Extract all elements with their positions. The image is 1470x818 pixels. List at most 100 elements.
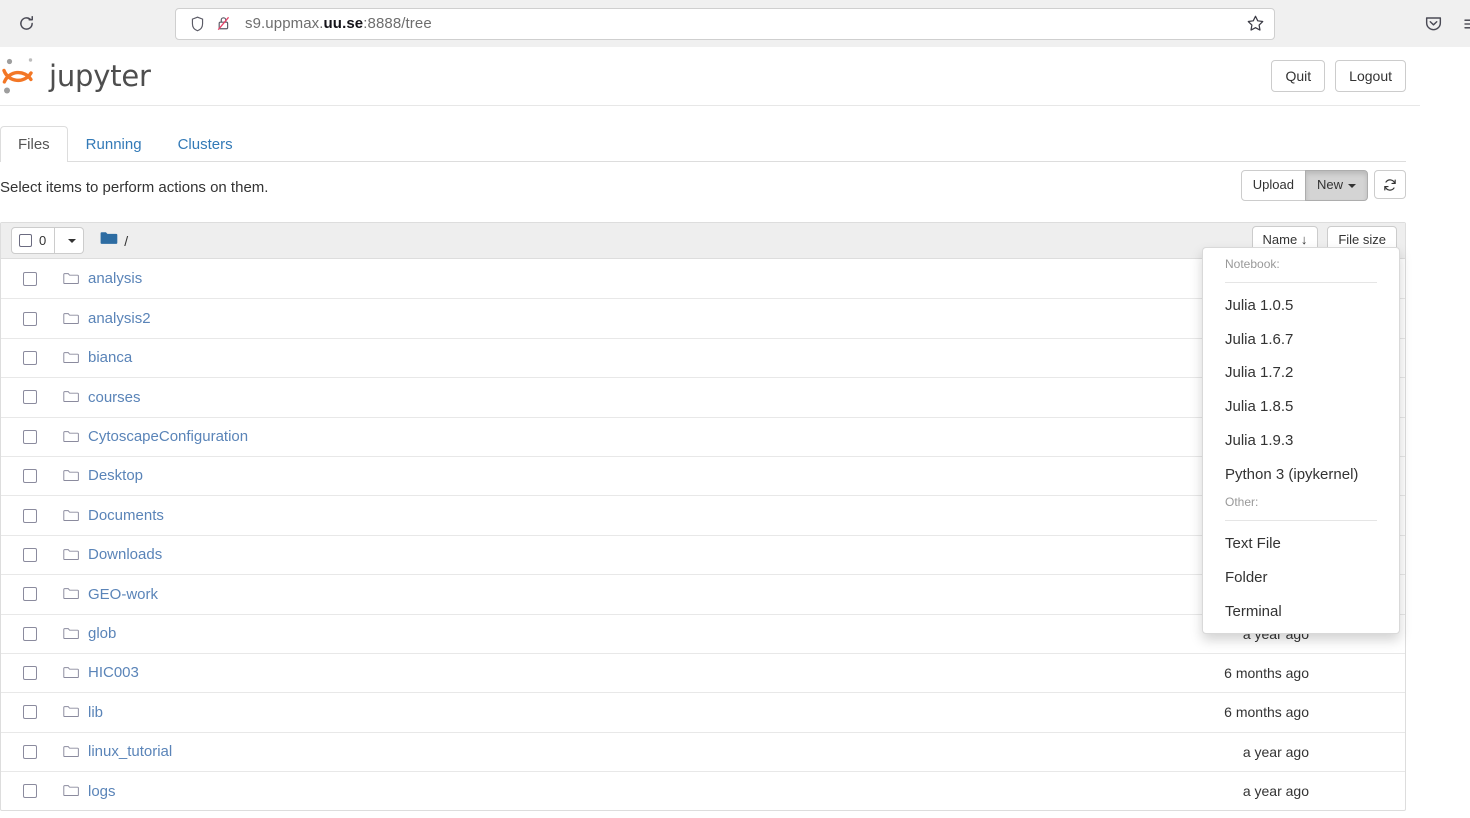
toolbar-hint: Select items to perform actions on them. (0, 179, 269, 196)
refresh-button[interactable] (1374, 170, 1406, 199)
row-checkbox[interactable] (23, 508, 37, 523)
shield-icon (190, 16, 205, 32)
file-link[interactable]: analysis (88, 269, 142, 289)
select-all-checkbox[interactable]: 0 (11, 227, 56, 254)
new-notebook-kernel-item[interactable]: Python 3 (ipykernel) (1203, 458, 1399, 492)
row-checkbox[interactable] (23, 469, 37, 484)
table-row: globa year ago (1, 613, 1405, 653)
quit-button[interactable]: Quit (1271, 59, 1326, 93)
tab-clusters[interactable]: Clusters (160, 126, 251, 162)
file-link[interactable]: analysis2 (88, 309, 151, 329)
row-checkbox[interactable] (23, 666, 37, 681)
file-link[interactable]: CytoscapeConfiguration (88, 427, 248, 447)
table-row: courses (1, 377, 1405, 416)
folder-icon (63, 430, 79, 444)
row-checkbox[interactable] (23, 271, 37, 286)
upload-button[interactable]: Upload (1240, 170, 1306, 201)
jupyter-wordmark: jupyter (49, 59, 151, 93)
jupyter-header: jupyter Quit Logout (0, 47, 1420, 106)
table-row: GEO-worka year ago (1, 574, 1405, 613)
breadcrumb[interactable]: / (100, 231, 128, 251)
select-all-group: 0 (11, 227, 85, 254)
notebook-section-label: Notebook: (1225, 257, 1280, 271)
table-row: lib 6 months ago (1, 692, 1405, 731)
row-checkbox[interactable] (23, 350, 37, 365)
menu-divider (1225, 281, 1377, 283)
row-checkbox[interactable] (23, 390, 37, 405)
table-row: Desktop (1, 455, 1405, 495)
tab-running[interactable]: Running (68, 126, 160, 162)
file-link[interactable]: lib (88, 703, 103, 723)
file-toolbar: Select items to perform actions on them.… (0, 162, 1420, 210)
file-modified-date: a year ago (1242, 743, 1309, 760)
pocket-icon[interactable] (1418, 9, 1448, 39)
file-list: 0 / Name ↓ File size analysis analysis2 bi… (0, 222, 1406, 812)
folder-icon (63, 390, 79, 404)
row-checkbox[interactable] (23, 626, 37, 641)
logout-button[interactable]: Logout (1335, 59, 1406, 93)
new-dropdown-menu: Notebook: Julia 1.0.5 Julia 1.6.7 Julia 1.… (1202, 247, 1400, 635)
new-notebook-kernel-item[interactable]: Julia 1.8.5 (1203, 390, 1399, 424)
row-checkbox[interactable] (23, 429, 37, 444)
file-link[interactable]: courses (88, 388, 141, 408)
new-other-item[interactable]: Folder (1203, 561, 1399, 595)
checkbox-icon (19, 234, 32, 247)
file-modified-date: a year ago (1242, 783, 1309, 800)
file-link[interactable]: Documents (88, 506, 164, 526)
table-row: HIC003 6 months ago (1, 652, 1405, 692)
table-row: linux_tutorial a year ago (1, 731, 1405, 771)
folder-icon (63, 351, 79, 365)
file-modified-date: 6 months ago (1224, 665, 1309, 682)
jupyter-logo-icon (0, 55, 42, 97)
row-checkbox[interactable] (23, 705, 37, 720)
file-modified-date: 6 months ago (1224, 704, 1309, 721)
table-row: bianca (1, 337, 1405, 377)
table-row: CytoscapeConfiguration (1, 416, 1405, 456)
new-other-item[interactable]: Terminal (1203, 595, 1399, 629)
browser-menu-icon[interactable] (1458, 9, 1470, 39)
new-notebook-kernel-item[interactable]: Julia 1.7.2 (1203, 356, 1399, 390)
row-checkbox[interactable] (23, 744, 37, 759)
file-list-header: 0 / Name ↓ File size (1, 223, 1405, 259)
reload-button[interactable] (9, 7, 43, 41)
file-link[interactable]: linux_tutorial (88, 742, 172, 762)
lock-insecure-icon (216, 15, 231, 32)
table-row: analysis2 (1, 298, 1405, 337)
file-link[interactable]: logs (88, 782, 116, 802)
file-link[interactable]: HIC003 (88, 663, 139, 683)
folder-icon (63, 587, 79, 601)
jupyter-logo[interactable]: jupyter (0, 55, 151, 97)
folder-icon (63, 469, 79, 483)
new-other-item[interactable]: Text File (1203, 527, 1399, 561)
bookmark-star-icon[interactable] (1240, 9, 1270, 39)
row-checkbox[interactable] (23, 587, 37, 602)
file-link[interactable]: GEO-work (88, 585, 158, 605)
other-section-label: Other: (1225, 495, 1259, 510)
url-bar[interactable]: s9.uppmax.uu.se:8888/tree (175, 7, 1275, 40)
file-link[interactable]: Desktop (88, 466, 143, 486)
file-link[interactable]: Downloads (88, 545, 162, 565)
folder-icon (63, 548, 79, 562)
selected-count: 0 (39, 233, 47, 248)
file-link[interactable]: glob (88, 624, 116, 644)
file-rows: analysis analysis2 bianca courses CytoscapeC… (1, 259, 1405, 810)
table-row: Documents (1, 495, 1405, 534)
folder-icon (63, 272, 79, 286)
row-checkbox[interactable] (23, 784, 37, 799)
new-notebook-kernel-item[interactable]: Julia 1.6.7 (1203, 323, 1399, 357)
new-notebook-kernel-item[interactable]: Julia 1.0.5 (1203, 289, 1399, 323)
tab-files[interactable]: Files (0, 126, 68, 162)
folder-icon (63, 705, 79, 719)
url-text: s9.uppmax.uu.se:8888/tree (245, 15, 432, 32)
table-row: Downloads (1, 534, 1405, 574)
row-checkbox[interactable] (23, 547, 37, 562)
tab-list: Files Running Clusters (0, 126, 1406, 162)
file-link[interactable]: bianca (88, 348, 132, 368)
new-dropdown-button[interactable]: New (1304, 170, 1368, 201)
new-notebook-kernel-item[interactable]: Julia 1.9.3 (1203, 424, 1399, 458)
select-menu-button[interactable] (55, 227, 85, 254)
folder-icon (63, 784, 79, 798)
row-checkbox[interactable] (23, 311, 37, 326)
toolbar-actions: Upload New (1240, 170, 1406, 201)
menu-divider (1225, 520, 1377, 522)
